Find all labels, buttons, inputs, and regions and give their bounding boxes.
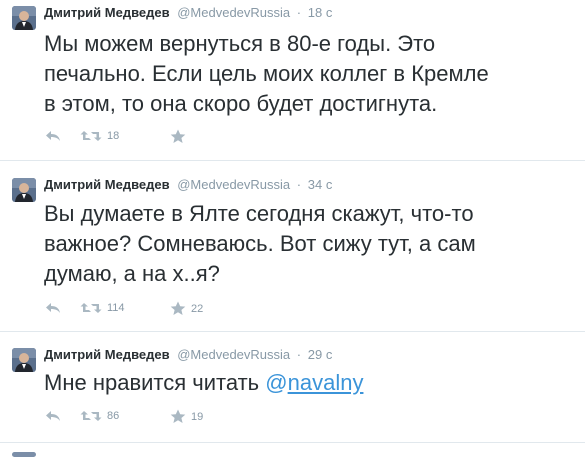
- tweet-text: Вы думаете в Ялте сегодня скажут, что-то…: [44, 199, 579, 289]
- tweet[interactable]: Дмитрий Медведев @MedvedevRussia · 18 с …: [0, 0, 585, 160]
- separator-dot: ·: [296, 5, 302, 20]
- tweet-text-line: важное? Сомневаюсь. Вот сижу тут, а сам: [44, 231, 476, 256]
- tweet-text-line: думаю, а на х..я?: [44, 261, 220, 286]
- author-handle[interactable]: @MedvedevRussia: [177, 5, 290, 20]
- tweet-header: Дмитрий Медведев @MedvedevRussia · 18 с: [44, 5, 332, 21]
- tweet-timestamp[interactable]: 18 с: [308, 5, 333, 20]
- retweet-count: 114: [107, 302, 125, 314]
- author-name[interactable]: Дмитрий Медведев: [44, 5, 170, 20]
- favorite-button[interactable]: [170, 129, 191, 144]
- star-icon: [170, 129, 186, 143]
- avatar-portrait-icon: [12, 178, 36, 202]
- tweet-text-line: Мы можем вернуться в 80-е годы. Это: [44, 31, 436, 56]
- tweet[interactable]: Дмитрий Медведев @MedvedevRussia · 34 с …: [0, 161, 585, 331]
- avatar[interactable]: [12, 6, 36, 30]
- star-icon: [170, 301, 186, 315]
- retweet-icon: [80, 131, 102, 141]
- reply-button[interactable]: [44, 409, 62, 423]
- mention-at: @: [265, 370, 288, 395]
- tweet-header: Дмитрий Медведев @MedvedevRussia · 34 с: [44, 177, 332, 193]
- favorite-count: 22: [191, 302, 204, 315]
- retweet-button[interactable]: 86: [80, 409, 119, 423]
- reply-icon: [46, 131, 60, 141]
- tweet[interactable]: Дмитрий Медведев @MedvedevRussia · 29 с …: [0, 332, 585, 442]
- reply-icon: [46, 303, 60, 313]
- avatar[interactable]: [12, 452, 36, 457]
- favorite-button[interactable]: 22: [170, 301, 203, 316]
- tweet-text-prefix: Мне нравится читать: [44, 370, 266, 395]
- tweet-text-line: в этом, то она скоро будет достигнута.: [44, 91, 438, 116]
- tweet-text: Мне нравится читать @navalny: [44, 368, 579, 398]
- tweet-timestamp[interactable]: 29 с: [308, 347, 333, 362]
- tweet-feed: Дмитрий Медведев @MedvedevRussia · 18 с …: [0, 0, 585, 457]
- tweet-header: Дмитрий Медведев @MedvedevRussia · 29 с: [44, 347, 332, 363]
- separator-dot: ·: [296, 347, 302, 362]
- retweet-icon: [80, 303, 102, 313]
- retweet-icon: [80, 411, 102, 421]
- author-handle[interactable]: @MedvedevRussia: [177, 347, 290, 362]
- author-name[interactable]: Дмитрий Медведев: [44, 177, 170, 192]
- favorite-count: 19: [191, 410, 204, 423]
- avatar-portrait-icon: [12, 6, 36, 30]
- tweet-text-line: печально. Если цель моих коллег в Кремле: [44, 61, 489, 86]
- author-name[interactable]: Дмитрий Медведев: [44, 347, 170, 362]
- reply-button[interactable]: [44, 301, 62, 315]
- tweet-text: Мы можем вернуться в 80-е годы. Это печа…: [44, 29, 579, 119]
- favorite-button[interactable]: 19: [170, 409, 203, 424]
- retweet-button[interactable]: 18: [80, 129, 119, 143]
- reply-icon: [46, 411, 60, 421]
- retweet-button[interactable]: 114: [80, 301, 125, 315]
- mention-handle: navalny: [287, 370, 364, 395]
- reply-button[interactable]: [44, 129, 62, 143]
- divider: [0, 442, 585, 443]
- retweet-count: 18: [107, 130, 120, 142]
- tweet-text-line: Вы думаете в Ялте сегодня скажут, что-то: [44, 201, 474, 226]
- retweet-count: 86: [107, 410, 120, 422]
- avatar-portrait-icon: [12, 452, 36, 457]
- separator-dot: ·: [296, 177, 302, 192]
- avatar[interactable]: [12, 348, 36, 372]
- mention-link[interactable]: @navalny: [265, 370, 363, 395]
- tweet-timestamp[interactable]: 34 с: [308, 177, 333, 192]
- star-icon: [170, 409, 186, 423]
- avatar-portrait-icon: [12, 348, 36, 372]
- avatar[interactable]: [12, 178, 36, 202]
- author-handle[interactable]: @MedvedevRussia: [177, 177, 290, 192]
